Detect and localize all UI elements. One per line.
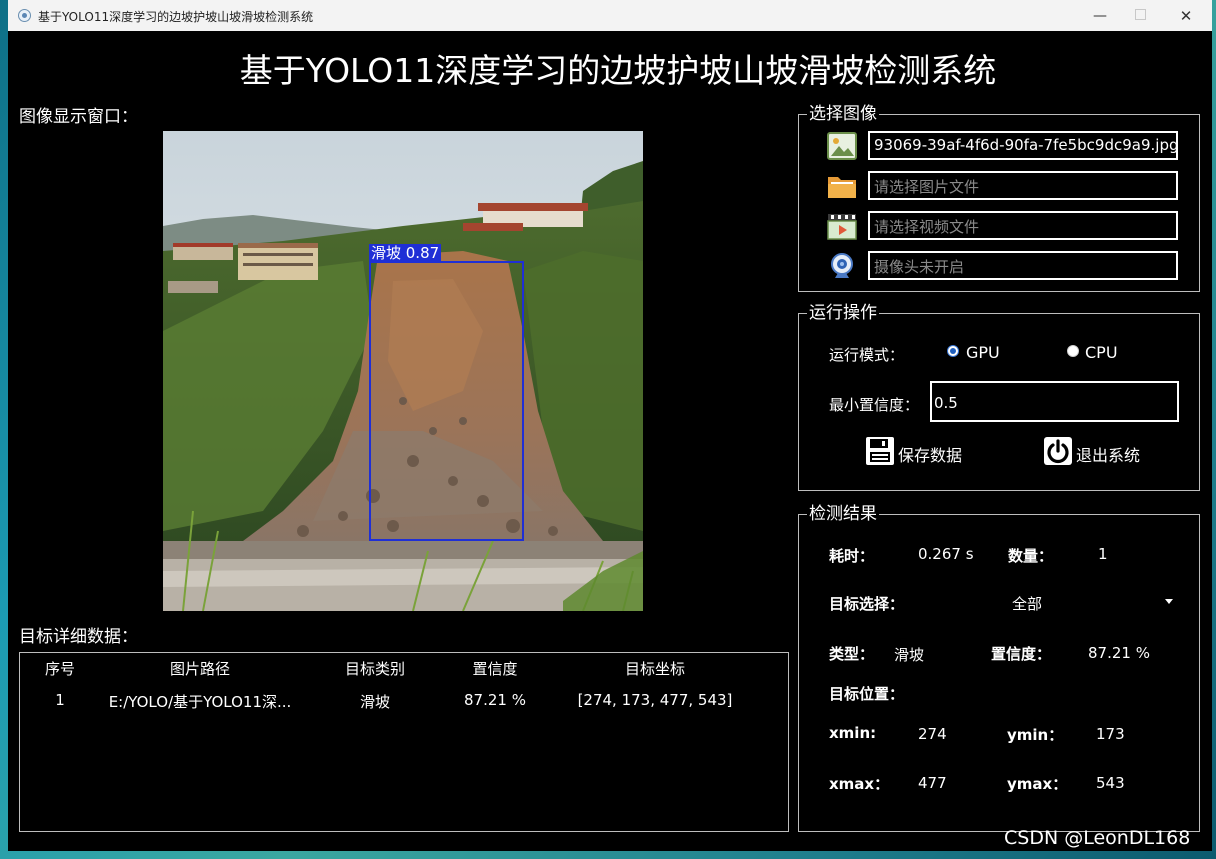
app-window: 基于YOLO11深度学习的边坡护坡山坡滑坡检测系统 — ✕ 基于YOLO11深度… bbox=[8, 0, 1212, 851]
folder-icon[interactable] bbox=[827, 171, 857, 201]
run-group: 运行操作 运行模式： GPU CPU 最小置信度： 0.5 保存数据 退出系统 bbox=[798, 303, 1200, 491]
col-header-index[interactable]: 序号 bbox=[35, 658, 85, 679]
app-icon bbox=[18, 9, 31, 22]
type-label: 类型： bbox=[829, 645, 875, 663]
image-folder-field[interactable]: 请选择图片文件 bbox=[868, 171, 1178, 200]
details-label: 目标详细数据： bbox=[19, 627, 138, 647]
min-confidence-input[interactable]: 0.5 bbox=[930, 381, 1179, 422]
count-value: 1 bbox=[1098, 545, 1108, 563]
col-header-path[interactable]: 图片路径 bbox=[130, 658, 270, 679]
maximize-button[interactable] bbox=[1120, 4, 1160, 28]
cpu-label[interactable]: CPU bbox=[1085, 343, 1118, 362]
result-group: 检测结果 耗时： 0.267 s 数量： 1 目标选择： 全部 类型： 滑坡 置… bbox=[798, 504, 1200, 832]
xmax-label: xmax： bbox=[829, 775, 890, 793]
cell-class: 滑坡 bbox=[359, 693, 390, 711]
col-header-confidence[interactable]: 置信度 bbox=[440, 658, 550, 679]
min-confidence-label: 最小置信度： bbox=[829, 396, 920, 414]
camera-field[interactable]: 摄像头未开启 bbox=[868, 251, 1178, 280]
result-title: 检测结果 bbox=[807, 504, 879, 524]
col-header-class[interactable]: 目标类别 bbox=[320, 658, 430, 679]
watermark: CSDN @LeonDL168 bbox=[1004, 827, 1191, 849]
col-header-coords[interactable]: 目标坐标 bbox=[585, 658, 725, 679]
video-file-icon[interactable] bbox=[827, 211, 857, 241]
cell-confidence: 87.21 % bbox=[464, 691, 526, 709]
gpu-radio[interactable] bbox=[947, 345, 959, 357]
type-value: 滑坡 bbox=[894, 646, 925, 664]
detection-label: 滑坡 0.87 bbox=[369, 244, 442, 263]
confidence-value: 87.21 % bbox=[1088, 644, 1150, 662]
xmin-label: xmin: bbox=[829, 724, 877, 742]
cpu-radio[interactable] bbox=[1067, 345, 1079, 357]
image-file-icon[interactable] bbox=[827, 131, 857, 161]
page-title: 基于YOLO11深度学习的边坡护坡山坡滑坡检测系统 bbox=[239, 51, 997, 90]
image-viewer: 滑坡 0.87 bbox=[163, 131, 643, 611]
select-image-group: 选择图像 93069-39af-4f6d-90fa-7fe5bc9dc9a9.j… bbox=[798, 104, 1200, 292]
count-label: 数量： bbox=[1008, 547, 1054, 565]
window-title: 基于YOLO11深度学习的边坡护坡山坡滑坡检测系统 bbox=[38, 10, 314, 24]
run-mode-label: 运行模式： bbox=[829, 346, 905, 364]
confidence-label: 置信度： bbox=[991, 645, 1052, 663]
cell-coords: [274, 173, 477, 543] bbox=[577, 691, 733, 709]
gpu-label[interactable]: GPU bbox=[966, 343, 1000, 362]
cell-path: E:/YOLO/基于YOLO11深... bbox=[108, 693, 292, 711]
chevron-down-icon bbox=[1165, 599, 1173, 604]
ymax-label: ymax： bbox=[1007, 775, 1068, 793]
details-table[interactable]: 序号 图片路径 目标类别 置信度 目标坐标 1 E:/YOLO/基于YOLO11… bbox=[19, 652, 789, 832]
save-icon[interactable] bbox=[865, 436, 895, 466]
video-file-field[interactable]: 请选择视频文件 bbox=[868, 211, 1178, 240]
cell-index: 1 bbox=[55, 691, 65, 709]
detection-bbox bbox=[369, 261, 524, 541]
exit-system-button[interactable]: 退出系统 bbox=[1076, 442, 1140, 466]
camera-icon[interactable] bbox=[827, 251, 857, 281]
xmax-value: 477 bbox=[918, 774, 947, 792]
time-label: 耗时： bbox=[829, 547, 875, 565]
target-select-value: 全部 bbox=[1012, 595, 1043, 613]
run-title: 运行操作 bbox=[807, 303, 879, 323]
ymax-value: 543 bbox=[1096, 774, 1125, 792]
ymin-value: 173 bbox=[1096, 725, 1125, 743]
xmin-value: 274 bbox=[918, 725, 947, 743]
target-select-label: 目标选择： bbox=[829, 595, 905, 613]
close-button[interactable]: ✕ bbox=[1166, 4, 1206, 28]
time-value: 0.267 s bbox=[918, 545, 974, 563]
power-icon[interactable] bbox=[1043, 436, 1073, 466]
ymin-label: ymin： bbox=[1007, 726, 1064, 744]
save-data-button[interactable]: 保存数据 bbox=[898, 442, 962, 466]
target-select-dropdown[interactable]: 全部 bbox=[979, 585, 1179, 617]
position-label: 目标位置： bbox=[829, 685, 905, 703]
select-image-title: 选择图像 bbox=[807, 104, 879, 124]
minimize-button[interactable]: — bbox=[1080, 4, 1120, 28]
viewer-label: 图像显示窗口： bbox=[19, 107, 138, 127]
title-bar: 基于YOLO11深度学习的边坡护坡山坡滑坡检测系统 — ✕ bbox=[8, 0, 1212, 31]
image-path-field[interactable]: 93069-39af-4f6d-90fa-7fe5bc9dc9a9.jpg bbox=[868, 131, 1178, 160]
